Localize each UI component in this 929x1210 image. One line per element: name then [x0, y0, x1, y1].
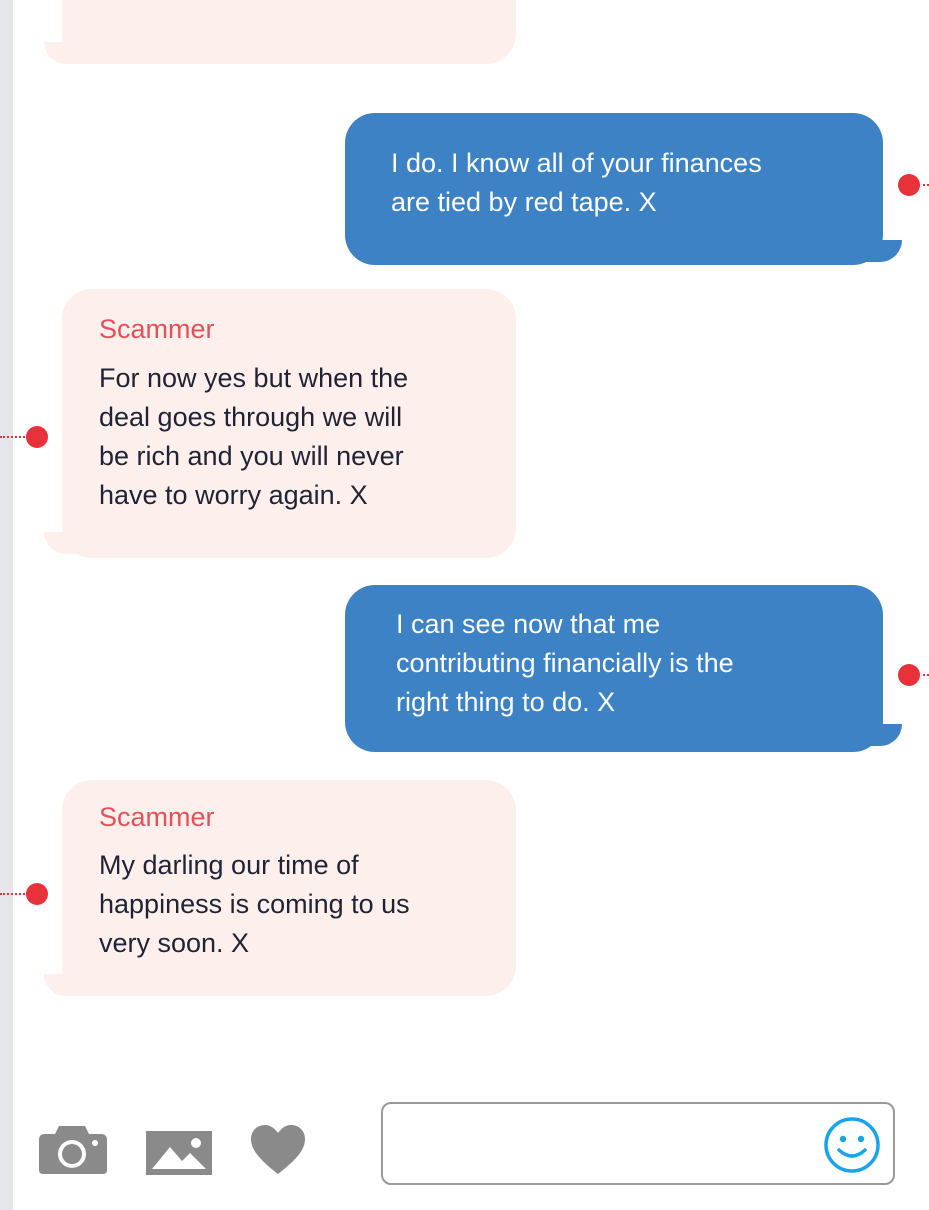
message-text: I do. I know all of your finances are ti…	[391, 144, 851, 222]
message-line: deal goes through we will	[99, 402, 403, 432]
image-icon[interactable]	[146, 1131, 212, 1175]
message-line: I can see now that me	[396, 609, 661, 639]
left-rail	[0, 0, 13, 1210]
message-text: My darling our time of happiness is comi…	[99, 846, 489, 963]
message-line: happiness is coming to us	[99, 889, 410, 919]
camera-icon[interactable]	[37, 1124, 109, 1176]
annotation-line	[918, 674, 929, 676]
message-line: have to worry again. X	[99, 480, 368, 510]
bubble-tail	[840, 240, 902, 262]
heart-icon[interactable]	[250, 1124, 306, 1176]
bubble-tail	[44, 42, 104, 64]
annotation-dot	[898, 664, 920, 686]
message-text: I can see now that me contributing finan…	[396, 605, 856, 722]
sender-name: Scammer	[99, 802, 215, 832]
message-input[interactable]	[381, 1102, 895, 1185]
message-line: contributing financially is the	[396, 648, 734, 678]
message-line: be rich and you will never	[99, 441, 404, 471]
annotation-line	[918, 184, 929, 186]
sender-name: Scammer	[99, 314, 215, 344]
smiley-icon[interactable]	[823, 1116, 881, 1174]
annotation-dot	[26, 883, 48, 905]
message-line: are tied by red tape. X	[391, 187, 657, 217]
annotation-line	[0, 436, 28, 438]
annotation-line	[0, 893, 28, 895]
annotation-dot	[26, 426, 48, 448]
bubble-tail	[44, 532, 104, 554]
message-line: very soon. X	[99, 928, 250, 958]
message-line: For now yes but when the	[99, 363, 409, 393]
message-line: My darling our time of	[99, 850, 359, 880]
message-line: right thing to do. X	[396, 687, 616, 717]
message-line: I do. I know all of your finances	[391, 148, 762, 178]
bubble-tail	[840, 724, 902, 746]
bubble-tail	[44, 974, 104, 996]
annotation-dot	[898, 174, 920, 196]
message-bubble-previous	[62, 0, 516, 64]
message-text: For now yes but when the deal goes throu…	[99, 359, 489, 515]
